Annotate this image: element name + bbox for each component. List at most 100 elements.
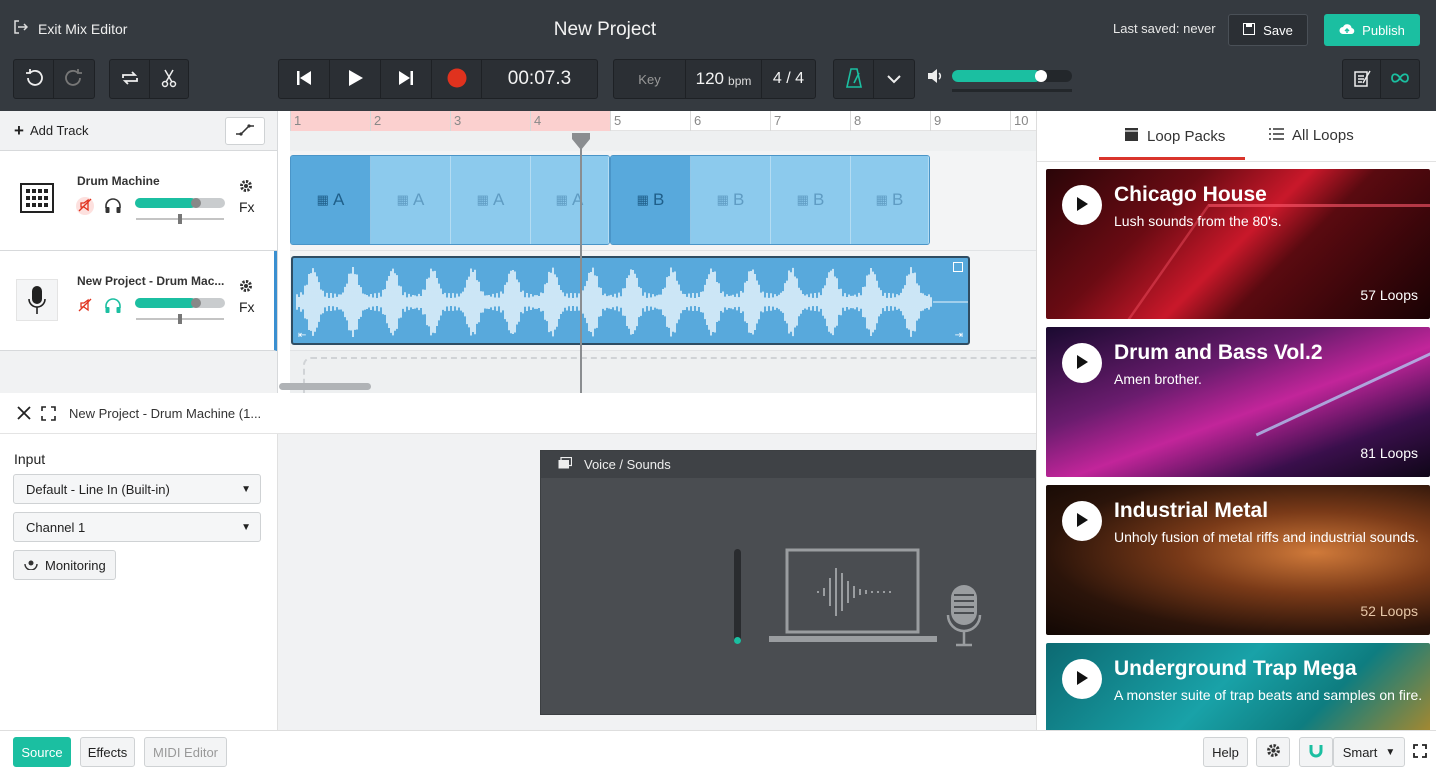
clip-start-handle-icon[interactable]: ⇤ <box>298 330 306 341</box>
time-signature[interactable]: 4 / 4 <box>762 60 815 98</box>
track-volume-knob[interactable] <box>191 198 201 208</box>
pack-loop-count: 81 Loops <box>1360 445 1418 461</box>
pattern-label: A <box>492 190 505 209</box>
pan-knob[interactable] <box>178 314 182 324</box>
bottom-bar: Source Effects MIDI Editor Help Smart ▼ <box>0 730 1436 769</box>
play-button[interactable] <box>330 60 381 98</box>
track-volume-slider[interactable] <box>135 198 225 208</box>
midi-editor-tab-button[interactable]: MIDI Editor <box>144 737 227 767</box>
pattern-grid-icon: ▦ <box>716 192 729 207</box>
undo-button[interactable] <box>14 60 54 98</box>
bar-tick <box>930 111 931 131</box>
pattern-grid-icon: ▦ <box>476 192 489 207</box>
playhead-line <box>580 133 582 393</box>
track-row[interactable]: Drum Machine Fx <box>0 151 277 251</box>
loop-pack-card[interactable]: Drum and Bass Vol.2 Amen brother. 81 Loo… <box>1046 327 1430 477</box>
fx-button[interactable]: Fx <box>239 299 255 315</box>
loop-pack-card[interactable]: Industrial Metal Unholy fusion of metal … <box>1046 485 1430 635</box>
loop-pack-card[interactable]: Chicago House Lush sounds from the 80's.… <box>1046 169 1430 319</box>
monitoring-button[interactable]: Monitoring <box>13 550 116 580</box>
track-settings-button[interactable] <box>239 179 253 196</box>
track-volume-slider[interactable] <box>135 298 225 308</box>
headphones-button[interactable] <box>104 297 122 318</box>
track-volume-knob[interactable] <box>191 298 201 308</box>
record-icon <box>447 68 467 91</box>
snap-mode-value: Smart <box>1342 744 1378 760</box>
metronome-button[interactable] <box>834 60 874 98</box>
pack-name: Underground Trap Mega <box>1114 657 1357 680</box>
help-button[interactable]: Help <box>1203 737 1248 767</box>
channel-select[interactable]: Channel 1 ▼ <box>13 512 261 542</box>
track-settings-button[interactable] <box>239 279 253 296</box>
drop-zone[interactable] <box>303 357 1036 393</box>
bpm-field[interactable]: 120 bpm <box>686 60 762 98</box>
caret-down-icon: ▼ <box>241 522 251 533</box>
metronome-options-button[interactable] <box>874 60 914 98</box>
skip-back-button[interactable] <box>279 60 330 98</box>
mute-button[interactable] <box>76 297 94 315</box>
effects-tab-button[interactable]: Effects <box>80 737 135 767</box>
automation-button[interactable] <box>225 117 265 145</box>
add-track-button[interactable]: + Add Track <box>14 122 88 139</box>
tab-all-loops-label: All Loops <box>1292 127 1354 144</box>
skip-forward-button[interactable] <box>381 60 432 98</box>
fullscreen-button[interactable] <box>1413 744 1427 761</box>
pattern-clip-a[interactable]: ▦ A ▦ A ▦ A ▦ A <box>290 155 610 245</box>
playhead-handle[interactable] <box>572 133 590 154</box>
fullscreen-icon <box>1413 744 1427 761</box>
track-name[interactable]: Drum Machine <box>77 174 222 188</box>
bar-tick <box>770 111 771 131</box>
headphones-button[interactable] <box>104 197 122 218</box>
pattern-segment: ▦ A <box>451 156 531 244</box>
pattern-grid-icon: ▦ <box>555 192 568 207</box>
horizontal-scrollbar[interactable] <box>279 383 371 390</box>
pack-name: Industrial Metal <box>1114 499 1269 522</box>
play-pack-button[interactable] <box>1062 501 1102 541</box>
editor-workspace: Voice / Sounds <box>278 434 1037 730</box>
pattern-label: A <box>332 190 345 209</box>
track-row[interactable]: New Project - Drum Mac... Fx <box>0 251 277 351</box>
record-button[interactable] <box>432 60 482 98</box>
play-pack-button[interactable] <box>1062 659 1102 699</box>
source-tab-button[interactable]: Source <box>13 737 71 767</box>
pattern-label: B <box>812 190 825 209</box>
tab-all-loops[interactable]: All Loops <box>1269 127 1354 144</box>
key-selector[interactable]: Key <box>614 60 686 98</box>
pattern-clip-b[interactable]: ▦ B ▦ B ▦ B ▦ B <box>610 155 930 245</box>
master-volume-slider[interactable] <box>952 70 1072 82</box>
loop-pack-card[interactable]: Underground Trap Mega A monster suite of… <box>1046 643 1430 730</box>
voice-panel-title: Voice / Sounds <box>584 457 671 472</box>
track-name[interactable]: New Project - Drum Mac... <box>77 274 227 288</box>
bar-number: 9 <box>934 113 942 128</box>
master-volume-knob[interactable] <box>1035 70 1047 82</box>
audio-clip[interactable]: ⇤ ⇥ <box>291 256 970 345</box>
chevron-down-icon <box>886 72 902 87</box>
redo-button[interactable] <box>54 60 94 98</box>
settings-button[interactable] <box>1256 737 1290 767</box>
pack-name: Chicago House <box>1114 183 1267 206</box>
play-pack-button[interactable] <box>1062 343 1102 383</box>
clip-end-handle-icon[interactable]: ⇥ <box>955 330 963 341</box>
clip-menu-icon[interactable] <box>953 262 963 272</box>
input-select[interactable]: Default - Line In (Built-in) ▼ <box>13 474 261 504</box>
notes-view-button[interactable] <box>1343 60 1381 98</box>
close-editor-button[interactable] <box>17 406 31 423</box>
list-icon <box>1269 127 1284 144</box>
mute-button[interactable] <box>76 197 94 215</box>
timeline-area[interactable]: 1 2 3 4 5 6 7 8 9 10 ▦ A ▦ A ▦ A ▦ A ▦ B ▦ B ▦ B ▦ B ⇤ ⇥ <box>279 111 1036 393</box>
expand-editor-button[interactable] <box>41 406 56 424</box>
loops-view-button[interactable] <box>1381 60 1419 98</box>
loop-toggle-button[interactable] <box>110 60 150 98</box>
tab-loop-packs[interactable]: Loop Packs <box>1124 127 1225 146</box>
publish-button[interactable]: Publish <box>1324 14 1420 46</box>
snap-mode-select[interactable]: Smart ▼ <box>1333 737 1405 767</box>
close-icon <box>17 406 31 423</box>
input-select-value: Default - Line In (Built-in) <box>26 481 170 497</box>
pan-knob[interactable] <box>178 214 182 224</box>
save-button[interactable]: Save <box>1228 14 1308 46</box>
bar-tick <box>610 111 611 131</box>
split-tool-button[interactable] <box>150 60 188 98</box>
snap-magnet-button[interactable] <box>1299 737 1333 767</box>
fx-button[interactable]: Fx <box>239 199 255 215</box>
play-pack-button[interactable] <box>1062 185 1102 225</box>
